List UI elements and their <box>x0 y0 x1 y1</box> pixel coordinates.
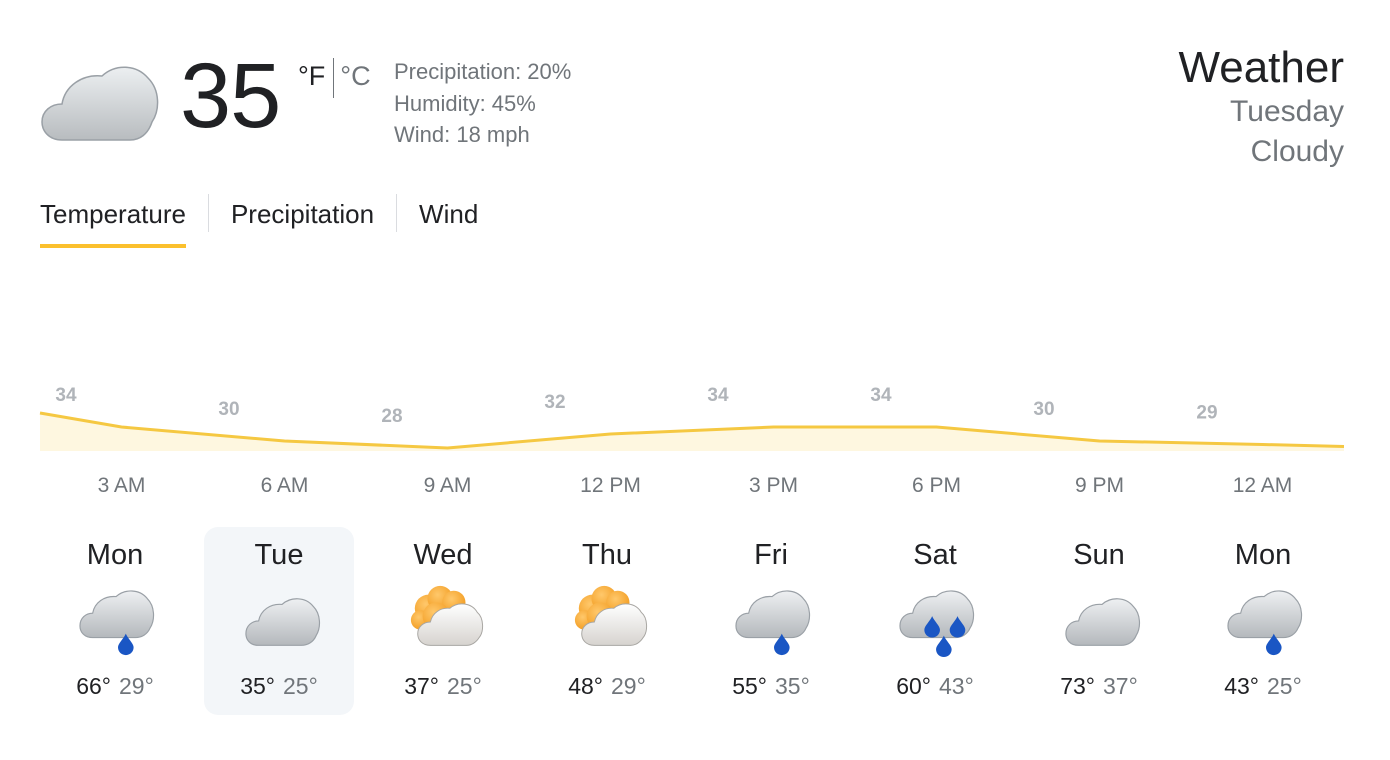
day-temperatures: 48° 29° <box>532 673 682 700</box>
day-name: Thu <box>582 539 632 571</box>
day-name: Sat <box>913 539 957 571</box>
rain-icon <box>79 581 157 659</box>
daily-forecast: Mon 66° 29° Tue 35° 25° Wed 37° 25° Thu 48° 29°… <box>32 527 1352 717</box>
day-name: Mon <box>1234 539 1292 571</box>
low-temperature: 29° <box>611 673 646 699</box>
day-forecast-mon[interactable]: Mon 43° 25° <box>1188 527 1338 715</box>
day-temperatures: 43° 25° <box>1188 673 1338 700</box>
temperature-data-label: 32 <box>544 392 565 413</box>
hour-tick-label: 9 PM <box>1074 474 1124 497</box>
partly-cloudy-icon <box>571 581 649 659</box>
temperature-chart-svg: 34 30 28 32 34 34 30 29 <box>39 385 1345 451</box>
low-temperature: 25° <box>1267 673 1302 699</box>
temperature-data-label: 30 <box>1033 399 1054 420</box>
tab-divider <box>207 194 209 232</box>
day-forecast-sun[interactable]: Sun 73° 37° <box>1024 527 1174 715</box>
low-temperature: 25° <box>447 673 482 699</box>
high-temperature: 35° <box>240 673 275 699</box>
hour-tick-label: 3 PM <box>748 474 798 497</box>
low-temperature: 37° <box>1103 673 1138 699</box>
day-name: Sun <box>1073 539 1125 571</box>
day-temperatures: 55° 35° <box>696 673 846 700</box>
day-forecast-tue[interactable]: Tue 35° 25° <box>204 527 354 715</box>
temperature-data-label: 34 <box>870 385 892 406</box>
low-temperature: 43° <box>939 673 974 699</box>
precipitation-detail: Precipitation: 20% <box>394 59 572 84</box>
temperature-data-label: 29 <box>1196 403 1217 424</box>
high-temperature: 55° <box>732 673 767 699</box>
day-forecast-fri[interactable]: Fri 55° 35° <box>696 527 846 715</box>
current-day: Tuesday <box>1230 95 1344 128</box>
partly-cloudy-icon <box>407 581 485 659</box>
hour-tick-label: 6 AM <box>260 474 309 497</box>
day-forecast-sat[interactable]: Sat 60° 43° <box>860 527 1010 715</box>
high-temperature: 60° <box>896 673 931 699</box>
humidity-detail: Humidity: 45% <box>394 90 536 116</box>
day-name: Mon <box>86 539 144 571</box>
temperature-chart: 34 30 28 32 34 34 30 29 <box>39 370 1345 460</box>
high-temperature: 73° <box>1060 673 1095 699</box>
temperature-data-label: 28 <box>381 406 402 427</box>
day-forecast-mon[interactable]: Mon 66° 29° <box>40 527 190 715</box>
heavy-rain-icon <box>899 581 977 659</box>
rain-icon <box>1227 581 1305 659</box>
celsius-unit-button[interactable]: °C <box>340 58 370 94</box>
current-condition: Cloudy <box>1250 135 1344 168</box>
temperature-data-label: 30 <box>218 399 239 420</box>
low-temperature: 35° <box>775 673 810 699</box>
rain-icon <box>735 581 813 659</box>
weather-title: Weather <box>1178 43 1345 92</box>
day-temperatures: 73° 37° <box>1024 673 1174 700</box>
high-temperature: 66° <box>76 673 111 699</box>
cloudy-icon <box>243 581 321 659</box>
high-temperature: 48° <box>568 673 603 699</box>
day-forecast-wed[interactable]: Wed 37° 25° <box>368 527 518 715</box>
day-forecast-thu[interactable]: Thu 48° 29° <box>532 527 682 715</box>
day-name: Tue <box>254 539 304 571</box>
high-temperature: 37° <box>404 673 439 699</box>
day-name: Wed <box>413 539 473 571</box>
hour-axis: 3 AM 6 AM 9 AM 12 PM 3 PM 6 PM 9 PM 12 AM <box>40 474 1344 508</box>
tab-precipitation[interactable]: Precipitation <box>231 194 374 248</box>
hour-tick-label: 3 AM <box>97 474 146 497</box>
weather-details: Precipitation: 20% Humidity: 45% Wind: 1… <box>394 56 571 151</box>
hour-tick-label: 6 PM <box>911 474 961 497</box>
hour-tick-label: 12 PM <box>580 474 641 497</box>
cloudy-icon <box>1063 581 1141 659</box>
low-temperature: 29° <box>119 673 154 699</box>
hour-tick-label: 9 AM <box>423 474 472 497</box>
unit-toggle: °F °C <box>298 58 371 98</box>
day-temperatures: 37° 25° <box>368 673 518 700</box>
location-summary: Weather Tuesday Cloudy <box>1179 44 1345 172</box>
current-weather-icon <box>40 58 160 144</box>
temperature-data-label: 34 <box>55 385 77 406</box>
day-name: Fri <box>754 539 788 571</box>
low-temperature: 25° <box>283 673 318 699</box>
temperature-data-label: 34 <box>707 385 729 406</box>
current-temperature: 35 <box>180 45 281 147</box>
fahrenheit-unit-button[interactable]: °F <box>298 58 325 94</box>
high-temperature: 43° <box>1224 673 1259 699</box>
tab-wind[interactable]: Wind <box>419 194 478 248</box>
hour-tick-label: 12 AM <box>1232 474 1293 497</box>
wind-detail: Wind: 18 mph <box>394 122 530 147</box>
day-temperatures: 60° 43° <box>860 673 1010 700</box>
unit-divider <box>333 58 335 98</box>
day-temperatures: 66° 29° <box>40 673 190 700</box>
day-temperatures: 35° 25° <box>204 673 354 700</box>
tab-temperature[interactable]: Temperature <box>40 194 186 248</box>
tab-divider <box>396 194 398 232</box>
chart-tabs: Temperature Precipitation Wind <box>40 194 478 248</box>
